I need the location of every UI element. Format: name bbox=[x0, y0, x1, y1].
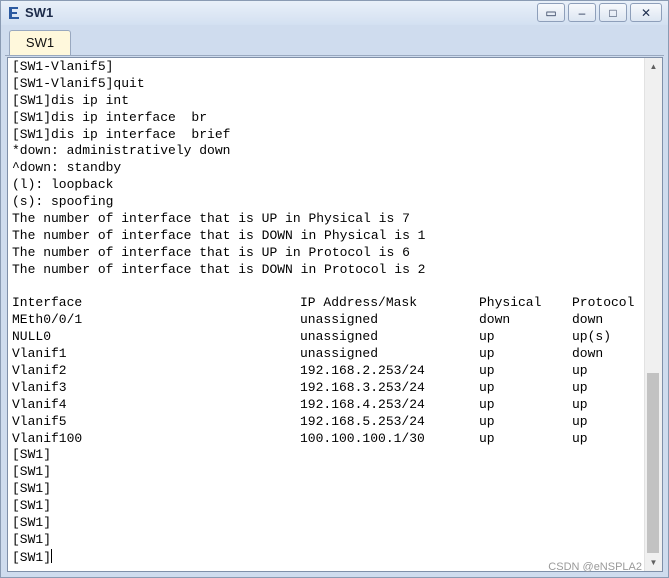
cell-ip: 192.168.2.253/24 bbox=[300, 363, 425, 379]
cell-physical: up bbox=[479, 379, 495, 395]
table-row: Vlanif3 192.168.3.253/24 up up bbox=[12, 379, 588, 397]
cell-interface: Vlanif1 bbox=[12, 346, 67, 362]
header-protocol: Protocol bbox=[572, 295, 635, 311]
cell-ip: 192.168.5.253/24 bbox=[300, 413, 425, 429]
table-header: Interface IP Address/Mask Physical Proto… bbox=[12, 295, 634, 312]
window-title: SW1 bbox=[25, 5, 54, 20]
cell-protocol: up bbox=[572, 413, 588, 429]
cell-physical: up bbox=[479, 363, 495, 379]
window-controls: ▭ – □ ✕ bbox=[537, 3, 662, 22]
terminal-line: ^down: standby bbox=[12, 160, 122, 176]
terminal-line: The number of interface that is UP in Pr… bbox=[12, 244, 410, 260]
terminal-output: [SW1-Vlanif5] [SW1-Vlanif5]quit [SW1]dis… bbox=[12, 59, 634, 566]
cell-interface: NULL0 bbox=[12, 329, 52, 345]
cell-physical: up bbox=[479, 413, 495, 429]
command-prompt: [SW1] bbox=[12, 549, 52, 565]
terminal-line: The number of interface that is DOWN in … bbox=[12, 227, 426, 243]
cell-interface: Vlanif2 bbox=[12, 363, 67, 379]
cell-protocol: up bbox=[572, 363, 588, 379]
cell-protocol: up bbox=[572, 396, 588, 412]
terminal-line: *down: administratively down bbox=[12, 143, 231, 159]
terminal-line: (s): spoofing bbox=[12, 194, 114, 210]
header-physical: Physical bbox=[479, 295, 542, 311]
cell-ip: 192.168.4.253/24 bbox=[300, 396, 425, 412]
cell-physical: up bbox=[479, 329, 495, 345]
scroll-up-arrow-icon[interactable]: ▲ bbox=[645, 58, 662, 75]
terminal-line: The number of interface that is UP in Ph… bbox=[12, 211, 410, 227]
close-button[interactable]: ✕ bbox=[630, 3, 662, 22]
cell-physical: up bbox=[479, 346, 495, 362]
scrollbar-thumb[interactable] bbox=[647, 373, 659, 553]
watermark: CSDN @eNSPLA2 bbox=[548, 561, 642, 573]
text-cursor bbox=[51, 548, 53, 563]
cell-interface: Vlanif5 bbox=[12, 413, 67, 429]
app-icon bbox=[9, 7, 19, 19]
terminal-line: [SW1]dis ip interface br bbox=[12, 109, 208, 125]
maximize-button[interactable]: □ bbox=[599, 3, 627, 22]
terminal-line: The number of interface that is DOWN in … bbox=[12, 261, 426, 277]
cell-physical: down bbox=[479, 312, 511, 328]
minimize-button[interactable]: – bbox=[568, 3, 596, 22]
cell-protocol: down bbox=[572, 312, 604, 328]
cell-ip: unassigned bbox=[300, 312, 379, 328]
terminal-line: [SW1] bbox=[12, 531, 52, 547]
table-row: NULL0 unassigned up up(s) bbox=[12, 329, 611, 346]
table-row: Vlanif2 192.168.2.253/24 up up bbox=[12, 363, 588, 380]
cell-physical: up bbox=[479, 430, 495, 446]
cell-protocol: up bbox=[572, 379, 588, 395]
table-row: Vlanif4 192.168.4.253/24 up up bbox=[12, 396, 588, 414]
terminal-line: [SW1-Vlanif5] bbox=[12, 59, 114, 74]
header-ip: IP Address/Mask bbox=[300, 295, 418, 311]
cell-interface: Vlanif3 bbox=[12, 379, 67, 395]
tab-bar: SW1 bbox=[5, 27, 664, 56]
table-row: MEth0/0/1 unassigned down down bbox=[12, 312, 603, 329]
title-bar[interactable]: SW1 ▭ – □ ✕ bbox=[1, 1, 668, 25]
cell-physical: up bbox=[479, 396, 495, 412]
table-row: Vlanif1 unassigned up down bbox=[12, 346, 603, 363]
header-interface: Interface bbox=[12, 295, 83, 311]
terminal-line: [SW1] bbox=[12, 515, 52, 531]
cell-ip: 100.100.100.1/30 bbox=[300, 430, 425, 446]
cell-protocol: down bbox=[572, 346, 604, 362]
cell-interface: Vlanif4 bbox=[12, 396, 67, 412]
tab-sw1[interactable]: SW1 bbox=[9, 30, 71, 55]
table-row: Vlanif100 100.100.100.1/30 up up bbox=[12, 430, 588, 448]
terminal-line: (l): loopback bbox=[12, 177, 114, 193]
cell-interface: Vlanif100 bbox=[12, 430, 83, 446]
cell-ip: unassigned bbox=[300, 329, 379, 345]
cell-ip: 192.168.3.253/24 bbox=[300, 379, 425, 395]
cell-protocol: up(s) bbox=[572, 329, 612, 345]
restore-button[interactable]: ▭ bbox=[537, 3, 565, 22]
terminal-console[interactable]: [SW1-Vlanif5] [SW1-Vlanif5]quit [SW1]dis… bbox=[7, 57, 663, 572]
command-prompt-line[interactable]: [SW1] bbox=[12, 548, 425, 566]
cell-interface: MEth0/0/1 bbox=[12, 312, 83, 328]
cell-protocol: up bbox=[572, 430, 588, 446]
table-row: Vlanif5 192.168.5.253/24 up up bbox=[12, 413, 588, 431]
terminal-window: SW1 ▭ – □ ✕ SW1 [SW1-Vlanif5] [SW1-Vlani… bbox=[0, 0, 669, 578]
vertical-scrollbar[interactable]: ▲ ▼ bbox=[644, 58, 662, 571]
terminal-line: [SW1-Vlanif5]quit bbox=[12, 75, 145, 91]
terminal-line: [SW1]dis ip interface brief bbox=[12, 126, 231, 142]
terminal-line: [SW1]dis ip int bbox=[12, 92, 130, 108]
scroll-down-arrow-icon[interactable]: ▼ bbox=[645, 554, 662, 571]
cell-ip: unassigned bbox=[300, 346, 379, 362]
